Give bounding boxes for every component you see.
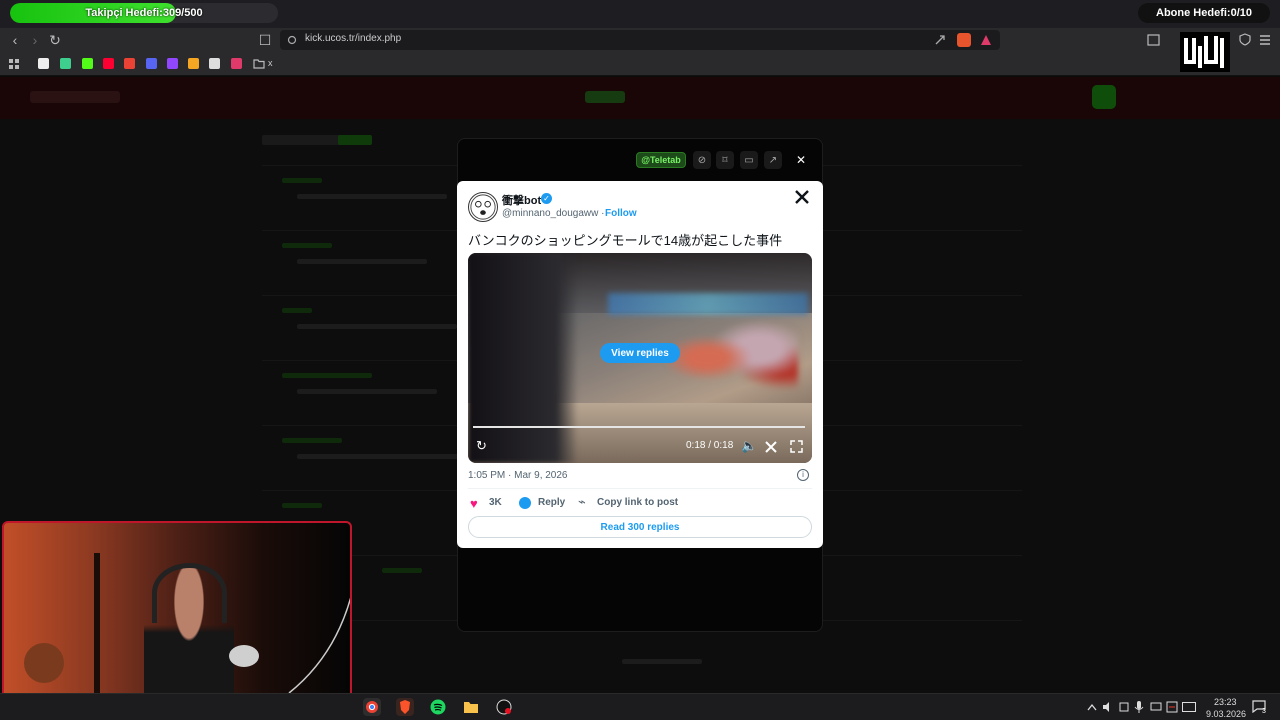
reply-icon[interactable] bbox=[519, 497, 531, 509]
divider bbox=[468, 488, 812, 489]
clock-time[interactable]: 23:23 bbox=[1214, 697, 1237, 707]
youtube-bookmark-icon[interactable] bbox=[103, 58, 114, 69]
twitch-bookmark-icon[interactable] bbox=[167, 58, 178, 69]
bookmark-2-icon[interactable] bbox=[60, 58, 71, 69]
view-replies-button[interactable]: View replies bbox=[600, 343, 680, 363]
bookmark-folder-label[interactable]: x bbox=[268, 58, 273, 68]
channel-logo bbox=[1180, 32, 1230, 72]
video-frame-sign bbox=[608, 293, 808, 315]
cable bbox=[288, 597, 350, 694]
fullscreen-icon[interactable] bbox=[790, 440, 803, 453]
back-button[interactable]: ‹ bbox=[7, 32, 23, 48]
tweet-text: バンコクのショッピングモールで14歳が起こした事件 bbox=[468, 233, 783, 248]
volume-icon[interactable]: 🔈 bbox=[741, 438, 757, 454]
keyboard-icon[interactable] bbox=[1182, 702, 1196, 712]
heart-icon[interactable]: ♥ bbox=[470, 496, 478, 511]
video-progress-bar[interactable] bbox=[473, 426, 805, 428]
taskbar: 23:23 9.03.2026 3 bbox=[0, 693, 1280, 720]
follow-button[interactable]: Follow bbox=[605, 208, 637, 219]
bookmarks-bar: x bbox=[0, 52, 1280, 76]
stream-overlay-topbar: Takipçi Hedefi:309/500 Abone Hedefi:0/10 bbox=[0, 0, 1280, 28]
brave-shields-icon[interactable] bbox=[957, 33, 971, 47]
site-info-icon[interactable] bbox=[287, 35, 297, 45]
chevron-up-icon[interactable] bbox=[1087, 703, 1097, 711]
x-bookmark-icon[interactable] bbox=[38, 58, 49, 69]
copy-link-button[interactable]: Copy link to post bbox=[597, 497, 678, 508]
notification-count: 3 bbox=[1262, 708, 1266, 715]
subscriber-goal-text: Abone Hedefi:0/10 bbox=[1138, 3, 1270, 23]
save-icon[interactable]: ⌑ bbox=[716, 151, 734, 169]
brave-taskbar-icon[interactable] bbox=[396, 698, 414, 716]
avatar[interactable] bbox=[468, 192, 498, 222]
clock-date[interactable]: 9.03.2026 bbox=[1206, 709, 1246, 719]
source-tag[interactable]: @Teletab bbox=[636, 152, 686, 168]
room-object bbox=[24, 643, 64, 683]
discord-bookmark-icon[interactable] bbox=[146, 58, 157, 69]
site-nav-placeholder bbox=[30, 91, 120, 103]
tray-icon-5[interactable] bbox=[1166, 701, 1178, 713]
volume-tray-icon[interactable] bbox=[1102, 701, 1114, 713]
link-icon[interactable]: ⌁ bbox=[578, 494, 586, 510]
site-brand-placeholder bbox=[585, 91, 625, 103]
file-explorer-taskbar-icon[interactable] bbox=[462, 698, 480, 716]
tray-icon-2[interactable] bbox=[1118, 701, 1130, 713]
address-bar[interactable]: kick.ucos.tr/index.php bbox=[280, 30, 1000, 50]
bookmark-page-button[interactable]: ☐ bbox=[257, 32, 273, 48]
brave-rewards-icon[interactable] bbox=[980, 34, 992, 46]
tweet-timestamp[interactable]: 1:05 PM · Mar 9, 2026 bbox=[468, 470, 568, 481]
tweet-display-name[interactable]: 衝撃bot bbox=[502, 192, 541, 208]
forward-button[interactable]: › bbox=[27, 32, 43, 48]
chrome-taskbar-icon[interactable] bbox=[363, 698, 381, 716]
site-action-placeholder bbox=[1092, 85, 1116, 109]
follower-goal-text: Takipçi Hedefi:309/500 bbox=[85, 7, 203, 19]
folder-icon[interactable] bbox=[253, 58, 265, 69]
sidebar-icon[interactable] bbox=[1147, 34, 1160, 46]
share-icon[interactable] bbox=[934, 34, 946, 46]
bookmark-9-icon[interactable] bbox=[209, 58, 220, 69]
read-replies-button[interactable]: Read 300 replies bbox=[468, 516, 812, 538]
follower-goal-bar: Takipçi Hedefi:309/500 bbox=[10, 3, 278, 23]
spotify-taskbar-icon[interactable] bbox=[429, 698, 447, 716]
bookmark-8-icon[interactable] bbox=[188, 58, 199, 69]
network-icon[interactable] bbox=[1150, 701, 1162, 713]
apps-grid-icon[interactable] bbox=[8, 58, 20, 70]
video-frame-people bbox=[668, 313, 798, 403]
delete-icon[interactable]: ▭ bbox=[740, 151, 758, 169]
url-text: kick.ucos.tr/index.php bbox=[305, 33, 402, 44]
block-icon[interactable]: ⊘ bbox=[693, 151, 711, 169]
reply-button[interactable]: Reply bbox=[538, 497, 565, 508]
open-external-icon[interactable]: ↗ bbox=[764, 151, 782, 169]
obs-taskbar-icon[interactable] bbox=[495, 698, 513, 716]
info-icon[interactable]: i bbox=[797, 469, 809, 481]
microphone bbox=[229, 645, 259, 667]
vpn-shield-icon[interactable] bbox=[1239, 33, 1251, 46]
feed-badge-placeholder bbox=[338, 135, 372, 145]
verified-badge-icon: ✓ bbox=[541, 193, 552, 204]
like-count[interactable]: 3K bbox=[489, 497, 502, 508]
x-video-logo-icon[interactable] bbox=[765, 441, 777, 453]
tweet-handle[interactable]: @minnano_dougaww · bbox=[502, 208, 604, 219]
gmail-bookmark-icon[interactable] bbox=[124, 58, 135, 69]
replay-icon[interactable]: ↻ bbox=[476, 438, 487, 454]
headset bbox=[152, 563, 227, 623]
bookmark-10-icon[interactable] bbox=[231, 58, 242, 69]
tweet-card: 衝撃bot ✓ @minnano_dougaww · Follow バンコクのシ… bbox=[457, 181, 823, 548]
menu-icon[interactable] bbox=[1259, 34, 1271, 45]
microphone-tray-icon[interactable] bbox=[1134, 700, 1144, 714]
close-modal-button[interactable]: ✕ bbox=[792, 151, 810, 169]
mic-arm bbox=[94, 553, 100, 713]
video-time: 0:18 / 0:18 bbox=[686, 440, 734, 451]
reload-button[interactable]: ↻ bbox=[47, 32, 63, 48]
kick-bookmark-icon[interactable] bbox=[82, 58, 93, 69]
webcam-overlay bbox=[2, 521, 352, 718]
x-logo-icon[interactable] bbox=[794, 189, 810, 205]
site-header bbox=[0, 77, 1280, 119]
tweet-video[interactable]: View replies ↻ 0:18 / 0:18 🔈 bbox=[468, 253, 812, 463]
browser-toolbar: ‹ › ↻ ☐ kick.ucos.tr/index.php bbox=[0, 28, 1280, 52]
video-frame-shadow bbox=[468, 253, 578, 463]
